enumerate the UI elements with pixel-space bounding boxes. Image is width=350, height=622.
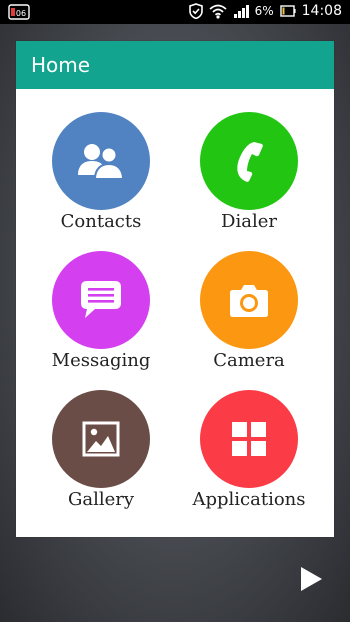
status-right: 6% 14:08	[188, 3, 342, 19]
next-arrow-icon[interactable]	[298, 566, 324, 592]
messaging-circle[interactable]	[52, 251, 150, 349]
camera-icon	[230, 285, 268, 317]
notification-label: 06	[16, 9, 26, 18]
battery-percent: 6%	[254, 4, 274, 18]
grid-icon	[232, 422, 266, 456]
tile-messaging[interactable]: Messaging	[26, 251, 176, 371]
message-icon	[81, 281, 121, 318]
wifi-icon	[209, 4, 227, 19]
applications-circle[interactable]	[200, 390, 298, 488]
app-notification-icon: 06	[8, 4, 30, 20]
status-left: 06	[8, 4, 30, 20]
image-icon	[82, 421, 120, 457]
app-window: Home Contacts Dialer Messaging Camera Ga…	[16, 41, 334, 537]
battery-icon	[279, 5, 296, 17]
clock: 14:08	[301, 3, 342, 19]
tile-dialer[interactable]: Dialer	[174, 112, 324, 232]
tile-label: Messaging	[51, 350, 151, 371]
gallery-circle[interactable]	[52, 390, 150, 488]
page-title: Home	[31, 53, 91, 77]
tile-label: Contacts	[60, 211, 142, 232]
tile-gallery[interactable]: Gallery	[26, 390, 176, 510]
dialer-circle[interactable]	[200, 112, 298, 210]
contacts-circle[interactable]	[52, 112, 150, 210]
signal-icon	[233, 5, 249, 18]
tile-applications[interactable]: Applications	[174, 390, 324, 510]
tile-label: Camera	[213, 350, 285, 371]
tile-label: Applications	[192, 489, 306, 510]
app-header: Home	[16, 41, 334, 89]
phone-icon	[237, 142, 263, 182]
status-bar: 06 6% 14:08	[0, 0, 350, 24]
tile-label: Dialer	[221, 211, 277, 232]
contacts-icon	[78, 144, 125, 180]
tile-label: Gallery	[67, 489, 135, 510]
camera-circle[interactable]	[200, 251, 298, 349]
tile-camera[interactable]: Camera	[174, 251, 324, 371]
shield-icon	[188, 3, 203, 19]
tile-contacts[interactable]: Contacts	[26, 112, 176, 232]
